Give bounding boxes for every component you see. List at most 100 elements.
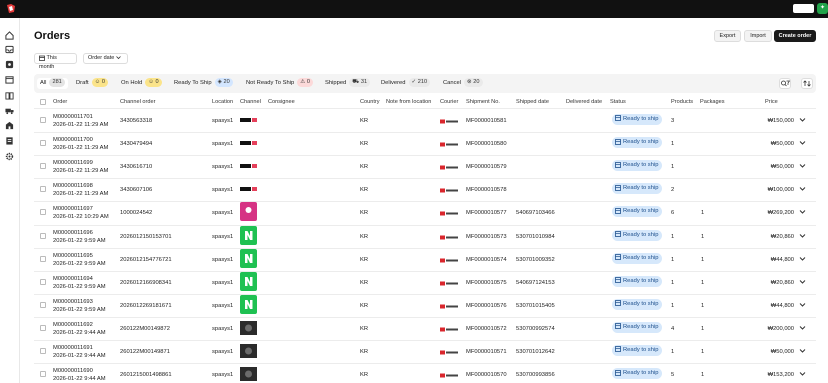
col-courier[interactable]: Courier xyxy=(440,96,458,108)
row-checkbox[interactable] xyxy=(40,232,46,239)
order-id-link[interactable]: M00000011699 xyxy=(53,160,93,166)
col-note[interactable]: Note from location xyxy=(386,96,431,108)
col-channel-order[interactable]: Channel order xyxy=(120,96,155,108)
chevron-down-icon[interactable] xyxy=(799,324,806,331)
tab-draft[interactable]: Draft ☺ 0 xyxy=(76,78,108,89)
tab-on-hold[interactable]: On Hold ☺ 0 xyxy=(121,78,162,89)
row-checkbox[interactable] xyxy=(40,255,46,262)
row-checkbox[interactable] xyxy=(40,117,46,123)
table-row[interactable]: M00000011696 2026-01-22 9:59 AM 2026012150… xyxy=(34,225,816,248)
table-row[interactable]: M00000011692 2026-01-22 9:44 AM 260122M001… xyxy=(34,317,816,340)
table-row[interactable]: M00000011690 2026-01-22 9:44 AM 2601215001… xyxy=(34,363,816,383)
chevron-down-icon[interactable] xyxy=(799,255,806,262)
table-row[interactable]: M00000011695 2026-01-22 9:59 AM 2026012154… xyxy=(34,248,816,271)
col-country[interactable]: Country xyxy=(360,96,380,108)
order-id-link[interactable]: M00000011693 xyxy=(53,299,93,305)
tab-ready-to-ship[interactable]: Ready To Ship ◈ 20 xyxy=(174,78,233,89)
table-row[interactable]: M00000011701 2026-01-22 11:29 AM 343056331… xyxy=(34,109,816,132)
tab-cancel[interactable]: Cancel ⊗ 20 xyxy=(443,78,483,89)
chevron-down-icon[interactable] xyxy=(799,370,806,377)
row-checkbox[interactable] xyxy=(40,163,46,170)
order-id-link[interactable]: M00000011694 xyxy=(53,276,93,282)
col-price[interactable]: Price xyxy=(765,96,778,108)
export-button[interactable]: Export xyxy=(714,30,741,42)
order-id-link[interactable]: M00000011692 xyxy=(53,322,93,328)
status-label: Ready to ship xyxy=(623,370,659,377)
col-order[interactable]: Order xyxy=(53,96,67,108)
col-shipped-date[interactable]: Shipped date xyxy=(516,96,549,108)
home-icon[interactable] xyxy=(5,31,14,40)
chevron-down-icon[interactable] xyxy=(799,232,806,239)
chevron-down-icon[interactable] xyxy=(799,185,806,192)
period-filter[interactable]: This month xyxy=(34,53,77,70)
order-id-link[interactable]: M00000011690 xyxy=(53,368,93,374)
status-label: Ready to ship xyxy=(623,162,659,169)
packages-count: 1 xyxy=(701,210,705,217)
row-checkbox[interactable] xyxy=(40,301,46,308)
location-name: spasys1 xyxy=(212,325,234,332)
table-row[interactable]: M00000011694 2026-01-22 9:59 AM 2026012166… xyxy=(34,271,816,294)
col-packages[interactable]: Packages xyxy=(700,96,725,108)
row-checkbox[interactable] xyxy=(40,371,46,378)
col-consignee[interactable]: Consignee xyxy=(268,96,295,108)
row-checkbox[interactable] xyxy=(40,186,46,193)
col-location[interactable]: Location xyxy=(212,96,233,108)
table-row[interactable]: M00000011698 2026-01-22 11:29 AM 343060710… xyxy=(34,178,816,201)
top-action-button[interactable] xyxy=(793,4,814,13)
table-row[interactable]: M00000011699 2026-01-22 11:29 AM 343061671… xyxy=(34,155,816,178)
tab-delivered[interactable]: Delivered ✓ 210 xyxy=(381,78,431,89)
gear-icon[interactable] xyxy=(5,152,14,161)
select-all-checkbox[interactable] xyxy=(40,99,46,105)
sort-dropdown[interactable]: Order date xyxy=(83,53,128,64)
user-avatar[interactable]: ✦ xyxy=(817,3,828,14)
row-checkbox[interactable] xyxy=(40,324,46,331)
tab-shipped[interactable]: Shipped ⛟ 31 xyxy=(325,78,371,89)
order-id-link[interactable]: M00000011695 xyxy=(53,253,93,259)
order-id-link[interactable]: M00000011698 xyxy=(53,183,93,189)
order-id-link[interactable]: M00000011701 xyxy=(53,114,93,120)
app-logo-icon[interactable] xyxy=(6,3,16,14)
chevron-down-icon[interactable] xyxy=(799,162,806,169)
order-id-link[interactable]: M00000011691 xyxy=(53,345,93,351)
inbox-icon[interactable] xyxy=(5,45,14,54)
table-row[interactable]: M00000011700 2026-01-22 11:29 AM 343047949… xyxy=(34,132,816,155)
order-date: 2026-01-22 10:29 AM xyxy=(53,214,109,221)
tab-all[interactable]: All 281 xyxy=(37,78,68,89)
chevron-down-icon[interactable] xyxy=(799,347,806,354)
status-badge: Ready to ship xyxy=(612,137,663,149)
order-id-link[interactable]: M00000011696 xyxy=(53,230,93,236)
box-icon[interactable] xyxy=(5,75,14,84)
col-products[interactable]: Products xyxy=(671,96,693,108)
sort-button[interactable] xyxy=(801,78,813,89)
chevron-down-icon[interactable] xyxy=(799,278,806,285)
chevron-down-icon[interactable] xyxy=(799,208,806,215)
col-status[interactable]: Status xyxy=(610,96,626,108)
search-filter-button[interactable] xyxy=(779,78,791,89)
clipboard-icon[interactable] xyxy=(5,136,14,145)
building-icon[interactable] xyxy=(5,121,14,130)
create-order-button[interactable]: Create order xyxy=(774,30,816,42)
courier-logo-icon xyxy=(440,304,458,309)
import-button[interactable]: Import xyxy=(744,30,772,42)
table-row[interactable]: M00000011691 2026-01-22 9:44 AM 260122M001… xyxy=(34,340,816,363)
chevron-down-icon[interactable] xyxy=(799,139,806,146)
table-row[interactable]: M00000011693 2026-01-22 9:59 AM 2026012269… xyxy=(34,294,816,317)
row-checkbox[interactable] xyxy=(40,278,46,285)
col-delivered-date[interactable]: Delivered date xyxy=(566,96,602,108)
tag-icon[interactable] xyxy=(5,60,14,69)
package-icon xyxy=(615,138,621,145)
row-checkbox[interactable] xyxy=(40,348,46,354)
truck-icon[interactable] xyxy=(5,106,14,115)
row-checkbox[interactable] xyxy=(40,209,46,216)
tab-cancel-count: ⊗ 20 xyxy=(464,78,483,87)
chevron-down-icon[interactable] xyxy=(799,116,806,123)
book-icon[interactable] xyxy=(5,91,14,100)
chevron-down-icon[interactable] xyxy=(799,301,806,308)
col-channel[interactable]: Channel xyxy=(240,96,261,108)
col-shipment-no[interactable]: Shipment No. xyxy=(466,96,500,108)
row-checkbox[interactable] xyxy=(40,140,46,147)
table-row[interactable]: M00000011697 2026-01-22 10:29 AM 100002454… xyxy=(34,201,816,224)
order-id-link[interactable]: M00000011697 xyxy=(53,206,93,212)
order-id-link[interactable]: M00000011700 xyxy=(53,137,93,143)
tab-not-ready-to-ship[interactable]: Not Ready To Ship ⚠ 0 xyxy=(246,78,313,89)
